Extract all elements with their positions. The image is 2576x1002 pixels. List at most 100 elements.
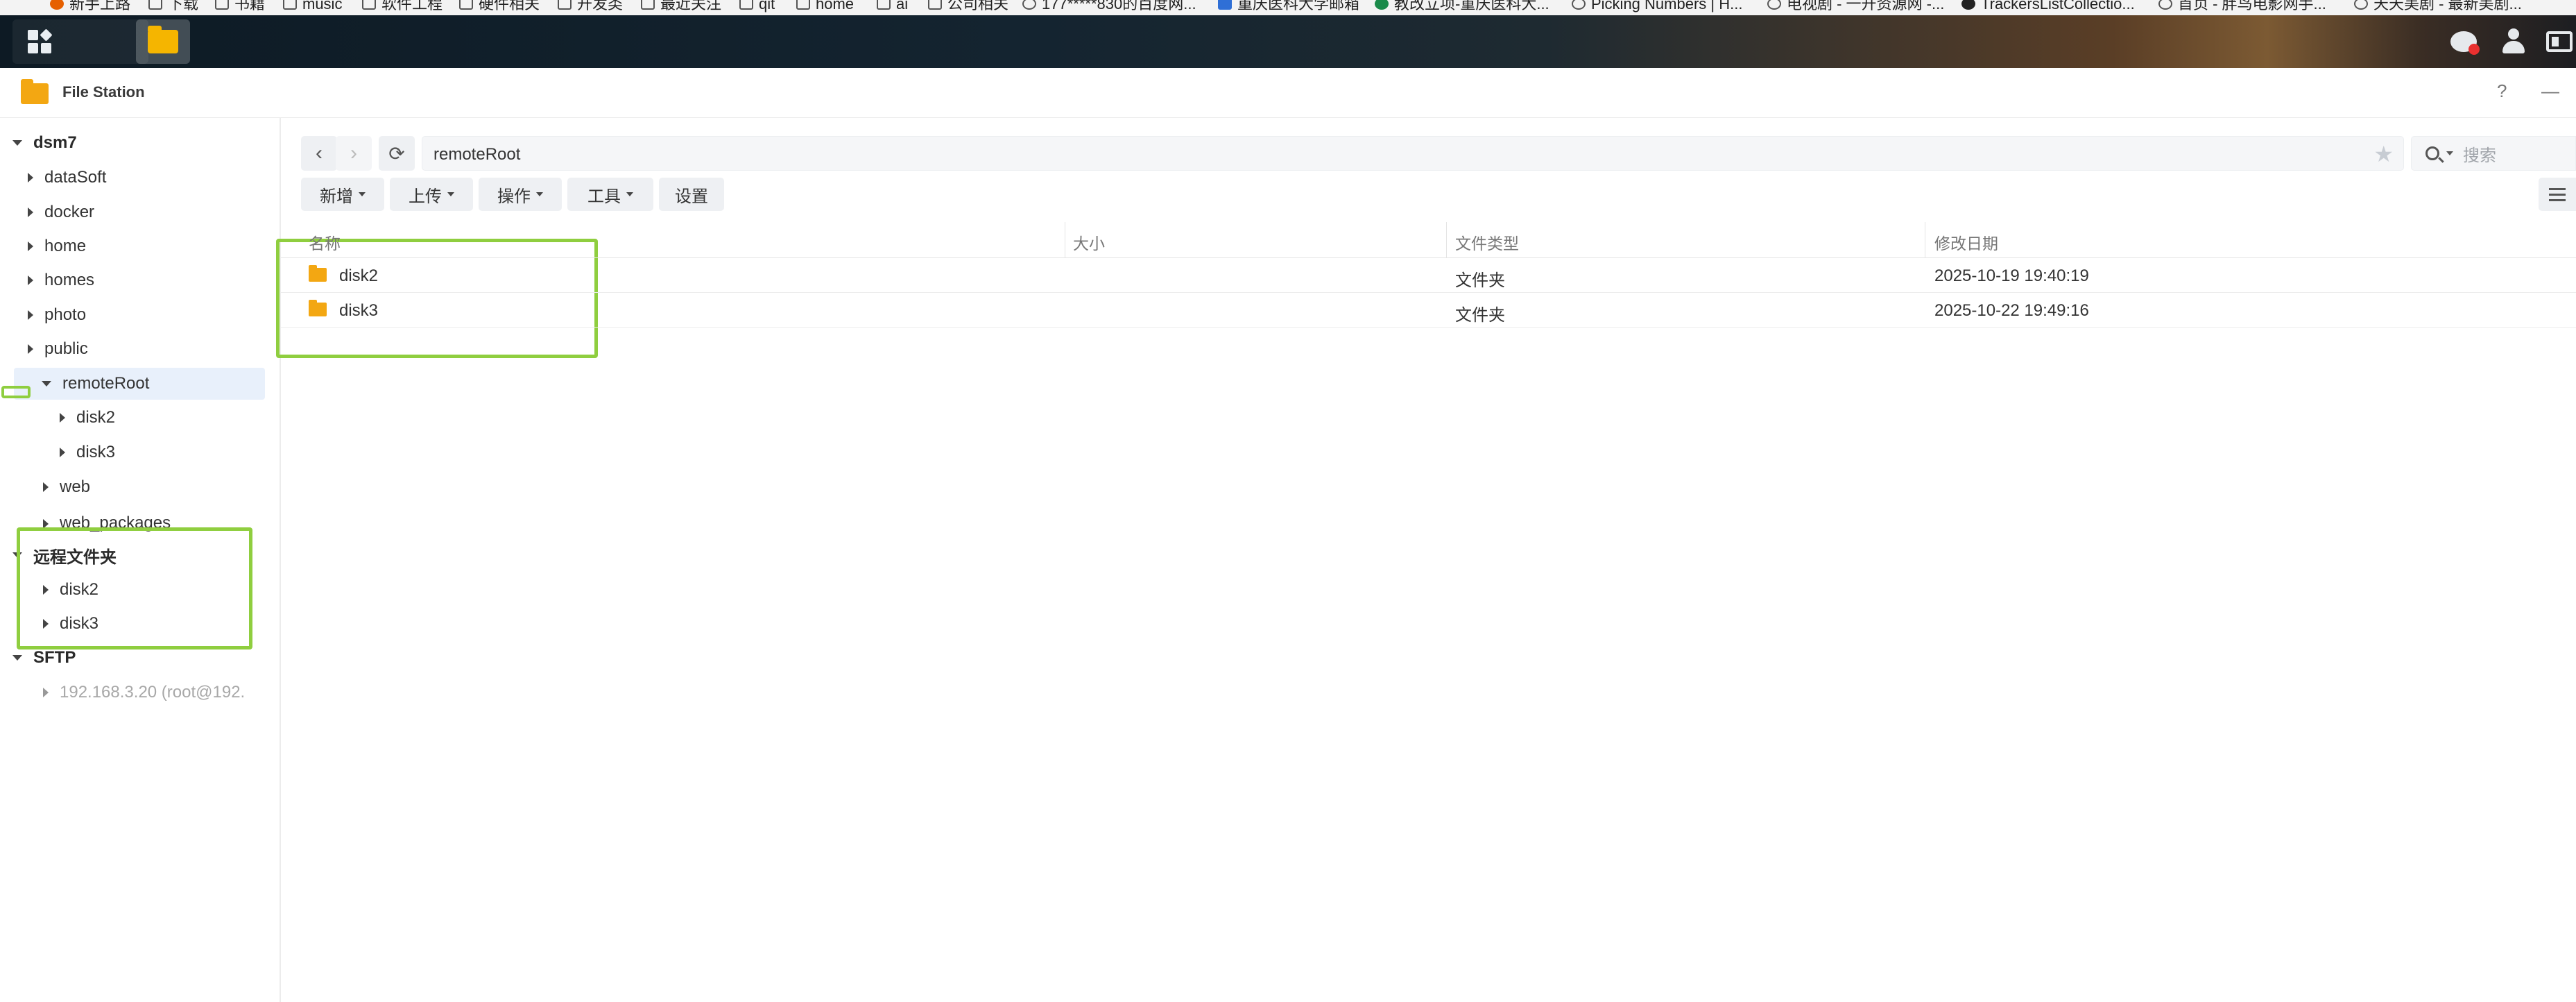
notifications-button[interactable] — [2448, 26, 2480, 57]
tools-button[interactable]: 工具 — [567, 178, 653, 211]
path-bar[interactable]: remoteRoot ★ — [422, 136, 2404, 171]
collapse-arrow-icon[interactable] — [43, 619, 49, 629]
search-placeholder: 搜索 — [2463, 146, 2496, 165]
widget-icon — [2546, 31, 2573, 52]
collapse-arrow-icon[interactable] — [28, 173, 33, 182]
action-button[interactable]: 操作 — [479, 178, 562, 211]
bookmark-item[interactable]: 重庆医科大学邮箱 — [1218, 0, 1359, 11]
new-button[interactable]: 新增 — [301, 178, 384, 211]
bookmark-item[interactable]: 下载 — [148, 0, 198, 11]
tree-item-remoteroot-disk2[interactable]: disk2 — [60, 402, 265, 434]
chevron-down-icon — [536, 192, 543, 196]
widgets-button[interactable] — [2544, 26, 2575, 57]
column-header-modified[interactable]: 修改日期 — [1934, 230, 1998, 254]
file-name: disk3 — [339, 301, 379, 320]
tree-section-remote-folders[interactable]: 远程文件夹 — [12, 539, 265, 571]
column-header-name[interactable]: 名称 — [309, 230, 341, 254]
tree-section-sftp[interactable]: SFTP — [12, 642, 265, 674]
expand-arrow-icon[interactable] — [42, 381, 51, 387]
tree-item-datasoft[interactable]: dataSoft — [28, 162, 265, 194]
tree-item-web[interactable]: web — [43, 471, 265, 503]
bookmark-item[interactable]: 新手上路 — [50, 0, 130, 11]
forward-button[interactable]: › — [336, 136, 372, 171]
help-button[interactable]: ? — [2497, 80, 2507, 102]
tree-item-sftp-host[interactable]: 192.168.3.20 (root@192. — [43, 677, 269, 708]
tree-item-photo[interactable]: photo — [28, 299, 265, 331]
column-header-type[interactable]: 文件类型 — [1455, 230, 1519, 254]
tree-item-remote-disk3[interactable]: disk3 — [43, 608, 265, 640]
search-input[interactable]: 搜索 — [2411, 136, 2576, 171]
tree-item-home[interactable]: home — [28, 230, 265, 262]
list-icon — [2549, 187, 2566, 190]
bookmark-item[interactable]: TrackersListCollectio... — [1961, 0, 2135, 11]
upload-button[interactable]: 上传 — [390, 178, 473, 211]
bookmark-item[interactable]: 公司相关 — [928, 0, 1008, 11]
globe-icon — [1572, 0, 1586, 10]
collapse-arrow-icon[interactable] — [28, 344, 33, 354]
refresh-button[interactable]: ⟳ — [379, 136, 415, 171]
collapse-arrow-icon[interactable] — [43, 688, 49, 697]
chevron-down-icon — [359, 192, 366, 196]
file-station-taskbar-button[interactable] — [136, 19, 190, 64]
collapse-arrow-icon[interactable] — [60, 413, 65, 423]
tree-item-public[interactable]: public — [28, 333, 265, 365]
collapse-arrow-icon[interactable] — [43, 585, 49, 595]
chevron-down-icon — [447, 192, 454, 196]
expand-arrow-icon[interactable] — [12, 552, 22, 558]
bookmarks-bar: 新手上路 下载 书籍 music 软件工程 硬件相关 开发类 最近关注 qit … — [0, 0, 2576, 15]
bookmark-item[interactable]: qit — [739, 0, 775, 11]
globe-icon — [1767, 0, 1781, 10]
back-button[interactable]: ‹ — [301, 136, 337, 171]
column-header-size[interactable]: 大小 — [1073, 230, 1105, 254]
table-row[interactable]: disk2 文件夹 2025-10-19 19:40:19 — [281, 258, 2576, 293]
bookmark-item[interactable]: 教改立项-重庆医科大... — [1375, 0, 1549, 11]
screen: 新手上路 下载 书籍 music 软件工程 硬件相关 开发类 最近关注 qit … — [0, 0, 2576, 1002]
tree-item-web-packages[interactable]: web_packages — [43, 505, 265, 533]
collapse-arrow-icon[interactable] — [28, 207, 33, 217]
bookmark-item[interactable]: music — [283, 0, 342, 11]
user-button[interactable] — [2498, 26, 2529, 57]
window-title: File Station — [62, 83, 145, 101]
view-mode-button[interactable] — [2539, 178, 2576, 211]
collapse-arrow-icon[interactable] — [28, 275, 33, 285]
folder-icon — [928, 0, 942, 10]
tree-item-remoteroot[interactable]: remoteRoot — [14, 368, 265, 400]
tree-item-remote-disk2[interactable]: disk2 — [43, 574, 265, 606]
app-grid-icon — [28, 28, 53, 53]
star-icon[interactable]: ★ — [2373, 141, 2394, 167]
bookmark-item[interactable]: 天天美剧 - 最新美剧... — [2354, 0, 2522, 11]
collapse-arrow-icon[interactable] — [28, 310, 33, 320]
bookmark-item[interactable]: 最近关注 — [641, 0, 721, 11]
bookmark-item[interactable]: 书籍 — [215, 0, 265, 11]
collapse-arrow-icon[interactable] — [60, 448, 65, 457]
bookmark-item[interactable]: 软件工程 — [362, 0, 443, 11]
folder-icon — [739, 0, 753, 10]
bookmark-item[interactable]: 开发类 — [558, 0, 623, 11]
bookmark-item[interactable]: 首页 - 胖鸟电影网手... — [2158, 0, 2326, 11]
tree-item-remoteroot-disk3[interactable]: disk3 — [60, 436, 265, 468]
collapse-arrow-icon[interactable] — [43, 519, 49, 529]
minimize-button[interactable]: — — [2541, 80, 2559, 102]
bookmark-item[interactable]: 硬件相关 — [459, 0, 540, 11]
bookmark-item[interactable]: ai — [877, 0, 908, 11]
file-station-icon — [21, 79, 49, 104]
tree-item-homes[interactable]: homes — [28, 264, 265, 296]
bookmark-item[interactable]: 电视剧 - 一开资源网 -... — [1767, 0, 1944, 11]
dsm-taskbar — [0, 15, 2576, 68]
collapse-arrow-icon[interactable] — [28, 241, 33, 251]
expand-arrow-icon[interactable] — [12, 655, 22, 661]
bookmark-item[interactable]: 177*****830的百度网... — [1022, 0, 1196, 11]
file-table-header: 名称 大小 文件类型 修改日期 — [281, 222, 2576, 258]
globe-icon — [2158, 0, 2172, 10]
chevron-down-icon — [2446, 151, 2453, 155]
folder-icon — [283, 0, 297, 10]
main-menu-button[interactable] — [12, 19, 148, 64]
expand-arrow-icon[interactable] — [12, 140, 22, 146]
bookmark-item[interactable]: home — [796, 0, 854, 11]
table-row[interactable]: disk3 文件夹 2025-10-22 19:49:16 — [281, 293, 2576, 328]
tree-root-dsm7[interactable]: dsm7 — [12, 127, 265, 159]
collapse-arrow-icon[interactable] — [43, 482, 49, 492]
settings-button[interactable]: 设置 — [659, 178, 724, 211]
bookmark-item[interactable]: Picking Numbers | H... — [1572, 0, 1742, 11]
tree-item-docker[interactable]: docker — [28, 196, 265, 228]
